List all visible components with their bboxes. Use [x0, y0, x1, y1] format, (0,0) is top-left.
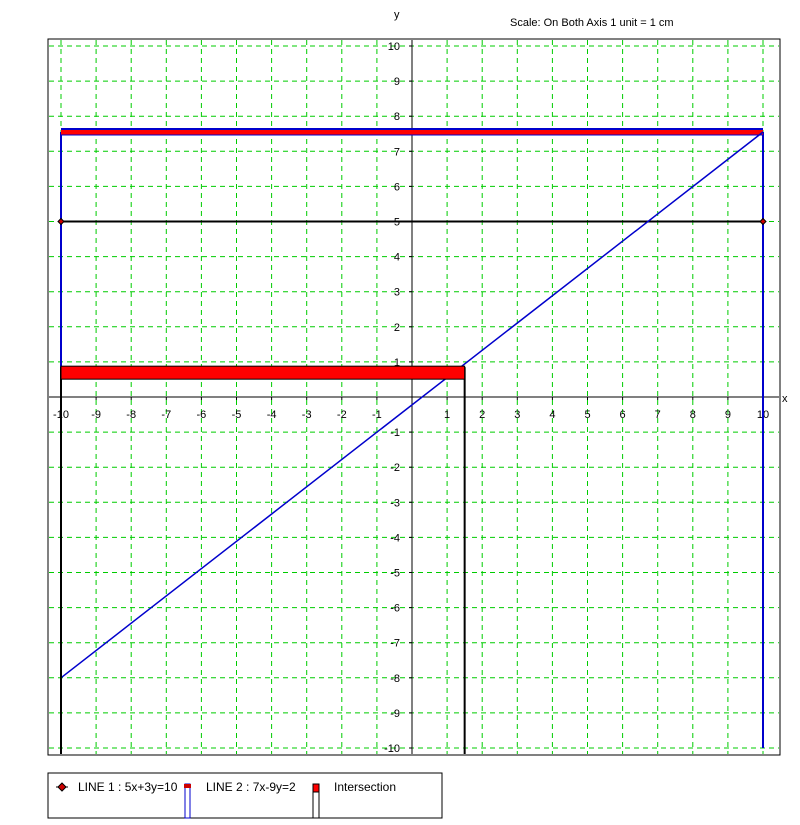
x-tick-label: 2: [479, 409, 485, 421]
y-tick-label: -2: [390, 462, 400, 474]
x-tick-label: -8: [126, 409, 136, 421]
y-tick-label: -9: [390, 708, 400, 720]
x-tick-label: 9: [725, 409, 731, 421]
x-tick-label: 3: [514, 409, 520, 421]
y-tick-label: 10: [388, 41, 400, 53]
x-tick-label: -3: [302, 409, 312, 421]
scale-note: Scale: On Both Axis 1 unit = 1 cm: [510, 17, 674, 29]
y-tick-label: -3: [390, 497, 400, 509]
legend-line2-swatch: [184, 783, 191, 819]
legend-intersection-swatch: [312, 783, 320, 819]
x-tick-label: 6: [620, 409, 626, 421]
x-axis-label: x: [782, 393, 788, 405]
chart-stage: -10-9-8-7-6-5-4-3-2-112345678910 1098765…: [0, 0, 800, 820]
x-tick-label: 7: [655, 409, 661, 421]
x-tick-label: -1: [372, 409, 382, 421]
y-tick-label: -8: [390, 673, 400, 685]
x-tick-label: -2: [337, 409, 347, 421]
legend-line2-label: LINE 2 : 7x-9y=2: [206, 780, 296, 794]
y-tick-label: 8: [394, 111, 400, 123]
y-tick-label: -1: [390, 427, 400, 439]
coordinate-plot: -10-9-8-7-6-5-4-3-2-112345678910 1098765…: [47, 9, 788, 819]
y-tick-label: 2: [394, 322, 400, 334]
x-tick-label: 1: [444, 409, 450, 421]
y-tick-label: -6: [390, 603, 400, 615]
x-tick-label: -4: [267, 409, 277, 421]
y-tick-label: 9: [394, 76, 400, 88]
y-tick-label: -4: [390, 532, 400, 544]
y-tick-label: 4: [394, 252, 400, 264]
x-tick-label: 8: [690, 409, 696, 421]
legend: LINE 1 : 5x+3y=10 LINE 2 : 7x-9y=2 Inter…: [47, 772, 443, 819]
x-tick-label: -5: [232, 409, 242, 421]
x-tick-label: -6: [197, 409, 207, 421]
legend-intersection-label: Intersection: [334, 780, 396, 794]
y-axis-label: y: [394, 9, 400, 21]
legend-line1-label: LINE 1 : 5x+3y=10: [78, 780, 178, 794]
y-tick-label: 6: [394, 181, 400, 193]
y-tick-label: -10: [384, 743, 400, 755]
x-tick-label: 4: [549, 409, 555, 421]
y-tick-label: 7: [394, 146, 400, 158]
y-tick-label: -5: [390, 568, 400, 580]
x-tick-label: -9: [91, 409, 101, 421]
x-tick-label: -7: [161, 409, 171, 421]
intersection-band: [60, 365, 466, 380]
y-tick-label: -7: [390, 638, 400, 650]
y-tick-label: 3: [394, 287, 400, 299]
x-tick-label: 5: [584, 409, 590, 421]
